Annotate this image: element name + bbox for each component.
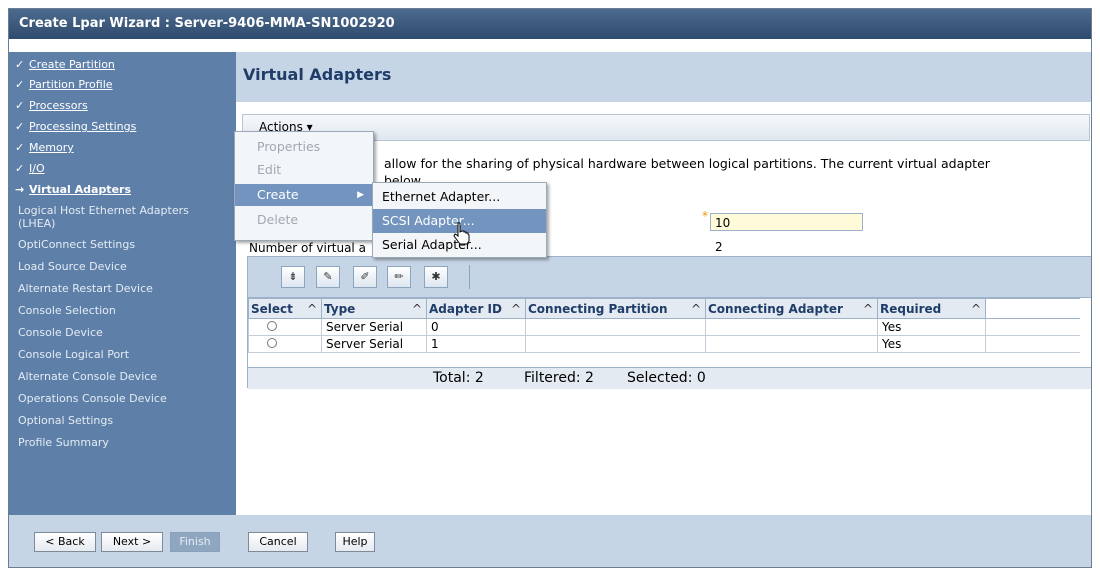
hand-cursor-icon [453,222,470,245]
table-row[interactable]: Server Serial 0 Yes [248,318,1080,336]
type-cell: Server Serial [321,318,427,336]
submenu-arrow-icon: ▶ [357,190,364,200]
table-totals: Total: 2 Filtered: 2 Selected: 0 [248,367,1091,389]
column-header-connecting-adapter[interactable]: Connecting Adapter ^ [705,298,878,319]
column-header-required[interactable]: Required ^ [877,298,986,319]
nav-step-processors[interactable]: ✓ Processors [9,97,88,115]
required-cell: Yes [877,318,986,336]
nav-step-console-device[interactable]: Console Device [9,324,103,342]
configure-icon[interactable]: ✱ [424,266,448,288]
create-serial-icon[interactable]: ✎ [316,266,340,288]
arrow-right-icon: → [15,183,25,196]
submenu-item-ethernet-adapter[interactable]: Ethernet Adapter... [373,185,546,209]
menu-item-delete[interactable]: Delete [235,209,373,231]
actions-dropdown-menu: Properties Edit Create ▶ Delete [234,131,374,241]
nav-step-alternate-console[interactable]: Alternate Console Device [9,368,157,386]
table-toolbar: ⇟ ✎ ✐ ✏ ✱ [248,257,1091,298]
filler-cell [985,335,1080,353]
table-row[interactable]: Server Serial 1 Yes [248,335,1080,353]
checkmark-icon: ✓ [15,78,25,91]
toolbar-separator [469,265,470,289]
column-header-connecting-partition[interactable]: Connecting Partition ^ [525,298,706,319]
select-cell [248,318,322,336]
selected-count: Selected: 0 [627,370,706,386]
create-adapter-icon[interactable]: ⇟ [281,266,305,288]
select-cell [248,335,322,353]
required-marker: * [702,209,708,223]
adapter-id-cell: 0 [426,318,526,336]
main-content: Virtual Adapters Actions ▾ V allow for t… [236,52,1091,515]
nav-step-load-source[interactable]: Load Source Device [9,258,127,276]
max-virtual-adapters-input[interactable]: 10 [710,213,863,231]
nav-step-profile-summary[interactable]: Profile Summary [9,434,109,452]
nav-step-create-partition[interactable]: ✓ Create Partition [9,56,115,74]
required-cell: Yes [877,335,986,353]
checkmark-icon: ✓ [15,141,25,154]
checkmark-icon: ✓ [15,99,25,112]
nav-step-lhea[interactable]: Logical Host Ethernet Adapters (LHEA) [9,204,218,234]
adapters-table: ⇟ ✎ ✐ ✏ ✱ Select ^ Type ^ Adapter ID ^ Conn… [247,256,1091,389]
edit-icon[interactable]: ✐ [353,266,377,288]
table-header-row: Select ^ Type ^ Adapter ID ^ Connecting Par… [248,298,1080,319]
adapters-grid: Select ^ Type ^ Adapter ID ^ Connecting Par… [248,298,1080,353]
total-count: Total: 2 [433,370,484,386]
number-adapters-value: 2 [715,240,723,254]
checkmark-icon: ✓ [15,58,25,71]
nav-step-console-selection[interactable]: Console Selection [9,302,116,320]
help-button[interactable]: Help [335,532,375,552]
connecting-adapter-cell [705,318,878,336]
menu-item-properties[interactable]: Properties [235,136,373,158]
column-header-adapter-id[interactable]: Adapter ID ^ [426,298,526,319]
nav-step-processing-settings[interactable]: ✓ Processing Settings [9,118,136,136]
nav-step-opticonnect[interactable]: OptiConnect Settings [9,236,135,254]
checkmark-icon: ✓ [15,162,25,175]
menu-item-edit[interactable]: Edit [235,159,373,181]
back-button[interactable]: < Back [34,532,96,552]
checkmark-icon: ✓ [15,120,25,133]
next-button[interactable]: Next > [101,532,163,552]
nav-step-partition-profile[interactable]: ✓ Partition Profile [9,76,113,94]
edit-properties-icon[interactable]: ✏ [387,266,411,288]
column-filler [985,298,1080,319]
nav-step-io[interactable]: ✓ I/O [9,160,45,178]
nav-step-virtual-adapters[interactable]: → Virtual Adapters [9,181,131,199]
menu-item-create[interactable]: Create ▶ [235,184,373,206]
nav-step-optional-settings[interactable]: Optional Settings [9,412,113,430]
type-cell: Server Serial [321,335,427,353]
nav-step-console-logical-port[interactable]: Console Logical Port [9,346,129,364]
adapter-id-cell: 1 [426,335,526,353]
select-radio[interactable] [267,321,277,331]
title-spacer [9,39,1091,52]
connecting-partition-cell [525,318,706,336]
content-header: Virtual Adapters [236,52,1091,102]
filtered-count: Filtered: 2 [524,370,594,386]
wizard-steps-nav: ✓ Create Partition ✓ Partition Profile ✓ Pr… [9,52,236,515]
column-header-select[interactable]: Select ^ [248,298,322,319]
connecting-adapter-cell [705,335,878,353]
number-adapters-label: Number of virtual a [249,241,366,255]
nav-step-operations-console[interactable]: Operations Console Device [9,390,167,408]
nav-step-memory[interactable]: ✓ Memory [9,139,74,157]
wizard-footer: < Back Next > Finish Cancel Help [9,515,1091,567]
filler-cell [985,318,1080,336]
cancel-button[interactable]: Cancel [248,532,308,552]
nav-step-alternate-restart[interactable]: Alternate Restart Device [9,280,153,298]
select-radio[interactable] [267,338,277,348]
connecting-partition-cell [525,335,706,353]
create-submenu: Ethernet Adapter... SCSI Adapter... Seri… [372,182,547,258]
column-header-type[interactable]: Type ^ [321,298,427,319]
window-title: Create Lpar Wizard : Server-9406-MMA-SN1… [9,9,1091,39]
finish-button[interactable]: Finish [170,532,220,552]
wizard-window: Create Lpar Wizard : Server-9406-MMA-SN1… [8,8,1092,568]
page-title: Virtual Adapters [243,65,392,84]
